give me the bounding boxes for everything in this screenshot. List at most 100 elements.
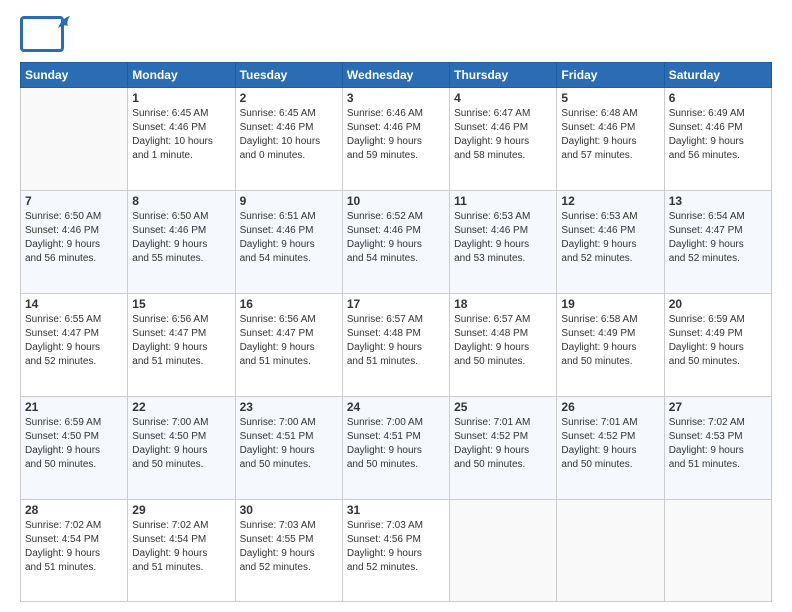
calendar-cell bbox=[557, 500, 664, 602]
calendar-cell: 6Sunrise: 6:49 AMSunset: 4:46 PMDaylight… bbox=[664, 88, 771, 191]
calendar-cell bbox=[21, 88, 128, 191]
day-info: Sunrise: 6:57 AMSunset: 4:48 PMDaylight:… bbox=[347, 313, 445, 369]
day-number: 23 bbox=[240, 400, 338, 414]
day-info: Sunrise: 7:03 AMSunset: 4:56 PMDaylight:… bbox=[347, 519, 445, 575]
weekday-header-row: SundayMondayTuesdayWednesdayThursdayFrid… bbox=[21, 63, 772, 88]
day-info: Sunrise: 6:46 AMSunset: 4:46 PMDaylight:… bbox=[347, 107, 445, 163]
day-info: Sunrise: 7:02 AMSunset: 4:53 PMDaylight:… bbox=[669, 416, 767, 472]
calendar-cell: 21Sunrise: 6:59 AMSunset: 4:50 PMDayligh… bbox=[21, 397, 128, 500]
day-info: Sunrise: 7:00 AMSunset: 4:51 PMDaylight:… bbox=[347, 416, 445, 472]
calendar-cell: 4 Sunrise: 6:47 AMSunset: 4:46 PMDaylight… bbox=[450, 88, 557, 191]
day-info: Sunrise: 6:59 AMSunset: 4:49 PMDaylight:… bbox=[669, 313, 767, 369]
day-info: Sunrise: 6:55 AMSunset: 4:47 PMDaylight:… bbox=[25, 313, 123, 369]
weekday-header-monday: Monday bbox=[128, 63, 235, 88]
day-info: Sunrise: 6:50 AMSunset: 4:46 PMDaylight:… bbox=[25, 210, 123, 266]
calendar-cell: 30 Sunrise: 7:03 AMSunset: 4:55 PMDayligh… bbox=[235, 500, 342, 602]
calendar-cell: 24 Sunrise: 7:00 AMSunset: 4:51 PMDayligh… bbox=[342, 397, 449, 500]
day-number: 20 bbox=[669, 297, 767, 311]
day-number: 9 bbox=[240, 194, 338, 208]
calendar-cell: 28Sunrise: 7:02 AMSunset: 4:54 PMDayligh… bbox=[21, 500, 128, 602]
day-number: 12 bbox=[561, 194, 659, 208]
day-info: Sunrise: 7:00 AMSunset: 4:51 PMDaylight:… bbox=[240, 416, 338, 472]
week-row-1: 7 Sunrise: 6:50 AMSunset: 4:46 PMDaylight… bbox=[21, 191, 772, 294]
day-number: 16 bbox=[240, 297, 338, 311]
day-info: Sunrise: 6:45 AMSunset: 4:46 PMDaylight:… bbox=[132, 107, 230, 163]
weekday-header-wednesday: Wednesday bbox=[342, 63, 449, 88]
day-info: Sunrise: 6:50 AMSunset: 4:46 PMDaylight:… bbox=[132, 210, 230, 266]
day-number: 18 bbox=[454, 297, 552, 311]
day-number: 26 bbox=[561, 400, 659, 414]
calendar-cell: 13 Sunrise: 6:54 AMSunset: 4:47 PMDayligh… bbox=[664, 191, 771, 294]
calendar-cell: 16 Sunrise: 6:56 AMSunset: 4:47 PMDayligh… bbox=[235, 294, 342, 397]
page: SundayMondayTuesdayWednesdayThursdayFrid… bbox=[0, 0, 792, 612]
day-info: Sunrise: 7:03 AMSunset: 4:55 PMDaylight:… bbox=[240, 519, 338, 575]
calendar-cell bbox=[664, 500, 771, 602]
logo bbox=[20, 16, 66, 52]
calendar-cell: 23 Sunrise: 7:00 AMSunset: 4:51 PMDayligh… bbox=[235, 397, 342, 500]
header bbox=[20, 16, 772, 52]
calendar-cell: 15Sunrise: 6:56 AMSunset: 4:47 PMDayligh… bbox=[128, 294, 235, 397]
week-row-0: 1 Sunrise: 6:45 AMSunset: 4:46 PMDaylight… bbox=[21, 88, 772, 191]
day-number: 10 bbox=[347, 194, 445, 208]
weekday-header-tuesday: Tuesday bbox=[235, 63, 342, 88]
logo-bird-icon bbox=[56, 14, 74, 32]
day-number: 29 bbox=[132, 503, 230, 517]
day-number: 1 bbox=[132, 91, 230, 105]
day-number: 19 bbox=[561, 297, 659, 311]
day-number: 13 bbox=[669, 194, 767, 208]
week-row-3: 21Sunrise: 6:59 AMSunset: 4:50 PMDayligh… bbox=[21, 397, 772, 500]
day-info: Sunrise: 6:58 AMSunset: 4:49 PMDaylight:… bbox=[561, 313, 659, 369]
calendar-cell: 19 Sunrise: 6:58 AMSunset: 4:49 PMDayligh… bbox=[557, 294, 664, 397]
day-info: Sunrise: 6:48 AMSunset: 4:46 PMDaylight:… bbox=[561, 107, 659, 163]
day-number: 28 bbox=[25, 503, 123, 517]
calendar-cell: 1 Sunrise: 6:45 AMSunset: 4:46 PMDaylight… bbox=[128, 88, 235, 191]
calendar-cell: 22Sunrise: 7:00 AMSunset: 4:50 PMDayligh… bbox=[128, 397, 235, 500]
day-number: 30 bbox=[240, 503, 338, 517]
calendar-cell: 14 Sunrise: 6:55 AMSunset: 4:47 PMDayligh… bbox=[21, 294, 128, 397]
weekday-header-sunday: Sunday bbox=[21, 63, 128, 88]
weekday-header-saturday: Saturday bbox=[664, 63, 771, 88]
day-info: Sunrise: 6:53 AMSunset: 4:46 PMDaylight:… bbox=[454, 210, 552, 266]
calendar-cell: 3 Sunrise: 6:46 AMSunset: 4:46 PMDaylight… bbox=[342, 88, 449, 191]
calendar-cell: 27 Sunrise: 7:02 AMSunset: 4:53 PMDayligh… bbox=[664, 397, 771, 500]
calendar-cell: 8 Sunrise: 6:50 AMSunset: 4:46 PMDaylight… bbox=[128, 191, 235, 294]
day-info: Sunrise: 6:56 AMSunset: 4:47 PMDaylight:… bbox=[132, 313, 230, 369]
day-number: 4 bbox=[454, 91, 552, 105]
calendar-table: SundayMondayTuesdayWednesdayThursdayFrid… bbox=[20, 62, 772, 602]
day-info: Sunrise: 7:00 AMSunset: 4:50 PMDaylight:… bbox=[132, 416, 230, 472]
calendar-cell: 26Sunrise: 7:01 AMSunset: 4:52 PMDayligh… bbox=[557, 397, 664, 500]
calendar-cell: 9 Sunrise: 6:51 AMSunset: 4:46 PMDaylight… bbox=[235, 191, 342, 294]
day-number: 8 bbox=[132, 194, 230, 208]
day-number: 11 bbox=[454, 194, 552, 208]
day-info: Sunrise: 7:01 AMSunset: 4:52 PMDaylight:… bbox=[454, 416, 552, 472]
day-info: Sunrise: 6:45 AMSunset: 4:46 PMDaylight:… bbox=[240, 107, 338, 163]
day-info: Sunrise: 6:59 AMSunset: 4:50 PMDaylight:… bbox=[25, 416, 123, 472]
day-info: Sunrise: 6:54 AMSunset: 4:47 PMDaylight:… bbox=[669, 210, 767, 266]
day-number: 17 bbox=[347, 297, 445, 311]
calendar-cell: 18Sunrise: 6:57 AMSunset: 4:48 PMDayligh… bbox=[450, 294, 557, 397]
day-number: 24 bbox=[347, 400, 445, 414]
calendar-cell: 20 Sunrise: 6:59 AMSunset: 4:49 PMDayligh… bbox=[664, 294, 771, 397]
calendar-cell: 2Sunrise: 6:45 AMSunset: 4:46 PMDaylight… bbox=[235, 88, 342, 191]
day-info: Sunrise: 6:47 AMSunset: 4:46 PMDaylight:… bbox=[454, 107, 552, 163]
day-info: Sunrise: 6:52 AMSunset: 4:46 PMDaylight:… bbox=[347, 210, 445, 266]
calendar-cell: 10 Sunrise: 6:52 AMSunset: 4:46 PMDayligh… bbox=[342, 191, 449, 294]
calendar-cell: 17 Sunrise: 6:57 AMSunset: 4:48 PMDayligh… bbox=[342, 294, 449, 397]
day-info: Sunrise: 6:56 AMSunset: 4:47 PMDaylight:… bbox=[240, 313, 338, 369]
calendar-cell: 7 Sunrise: 6:50 AMSunset: 4:46 PMDaylight… bbox=[21, 191, 128, 294]
day-number: 14 bbox=[25, 297, 123, 311]
calendar-cell: 25 Sunrise: 7:01 AMSunset: 4:52 PMDayligh… bbox=[450, 397, 557, 500]
day-number: 5 bbox=[561, 91, 659, 105]
day-info: Sunrise: 6:53 AMSunset: 4:46 PMDaylight:… bbox=[561, 210, 659, 266]
day-number: 25 bbox=[454, 400, 552, 414]
calendar-cell: 29Sunrise: 7:02 AMSunset: 4:54 PMDayligh… bbox=[128, 500, 235, 602]
calendar-cell: 11 Sunrise: 6:53 AMSunset: 4:46 PMDayligh… bbox=[450, 191, 557, 294]
day-number: 27 bbox=[669, 400, 767, 414]
day-info: Sunrise: 6:49 AMSunset: 4:46 PMDaylight:… bbox=[669, 107, 767, 163]
day-number: 3 bbox=[347, 91, 445, 105]
day-number: 7 bbox=[25, 194, 123, 208]
calendar-cell: 31Sunrise: 7:03 AMSunset: 4:56 PMDayligh… bbox=[342, 500, 449, 602]
day-info: Sunrise: 6:51 AMSunset: 4:46 PMDaylight:… bbox=[240, 210, 338, 266]
weekday-header-friday: Friday bbox=[557, 63, 664, 88]
week-row-4: 28Sunrise: 7:02 AMSunset: 4:54 PMDayligh… bbox=[21, 500, 772, 602]
